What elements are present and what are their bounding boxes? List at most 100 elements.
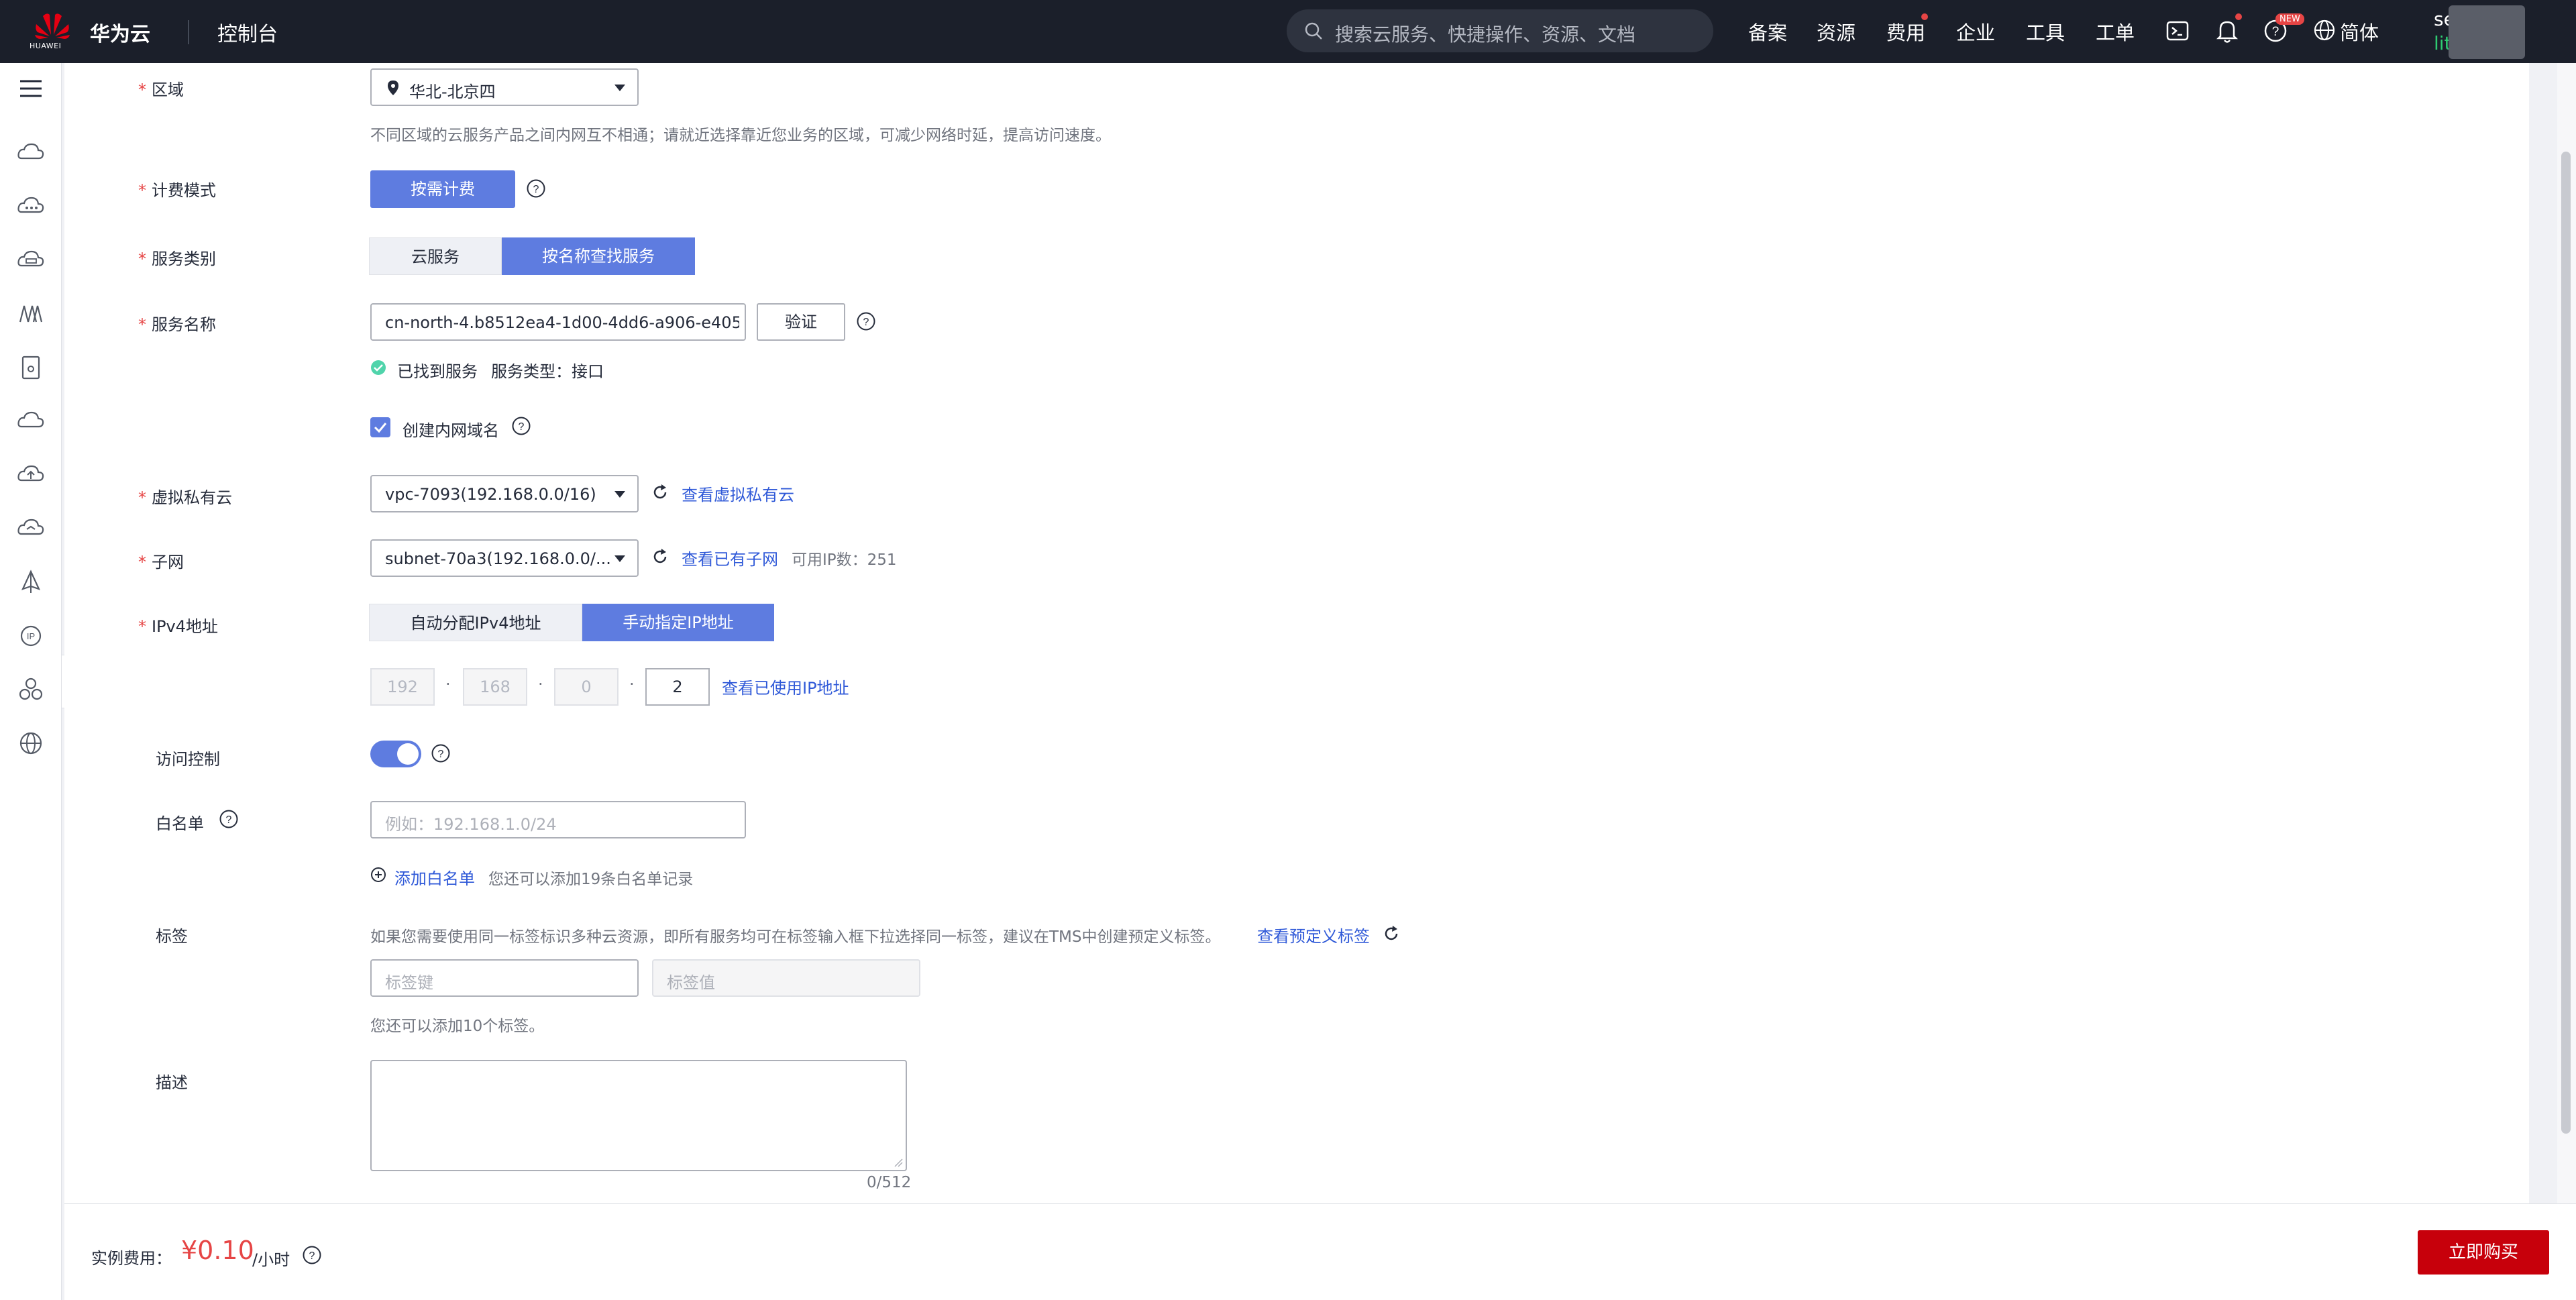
ipv4-manual-option[interactable]: 手动指定IP地址 [582,604,774,641]
resize-handle-icon[interactable] [894,1158,903,1167]
refresh-icon[interactable] [1382,924,1401,943]
view-subnet-link[interactable]: 查看已有子网 [682,546,778,570]
subnet-value: subnet-70a3(192.168.0.0/... [385,549,611,568]
help-circle-icon[interactable]: ? [219,809,239,829]
subnet-label-text: 子网 [152,553,184,572]
nav-tickets[interactable]: 工单 [2096,17,2135,46]
terminal-icon[interactable] [2165,19,2190,43]
chevron-down-icon [614,555,625,562]
cloud-upload-icon[interactable] [15,459,47,491]
whitelist-remaining: 您还可以添加19条白名单记录 [488,871,694,888]
subnet-label: * 子网 [138,549,184,572]
globe-network-icon[interactable] [15,727,47,759]
access-control-label: 访问控制 [156,750,220,769]
view-predefined-tags-link[interactable]: 查看预定义标签 [1257,923,1370,946]
user-avatar-redacted [2449,5,2525,59]
document-icon[interactable] [15,351,47,384]
region-label: * 区域 [138,76,184,100]
toggle-knob [397,743,419,765]
globe-icon[interactable] [2313,19,2336,42]
buy-now-button[interactable]: 立即购买 [2418,1230,2549,1275]
search-placeholder: 搜索云服务、快捷操作、资源、文档 [1335,23,1636,46]
location-pin-icon [388,80,398,95]
verify-button[interactable]: 验证 [757,303,845,341]
billing-on-demand-button[interactable]: 按需计费 [370,170,515,208]
new-badge: NEW [2275,13,2304,25]
private-dns-checkbox[interactable] [370,417,390,437]
nav-enterprise[interactable]: 企业 [1956,17,1995,46]
add-circle-icon[interactable] [370,867,386,883]
help-circle-icon[interactable]: ? [302,1245,322,1265]
svg-text:?: ? [533,184,539,195]
add-whitelist-link[interactable]: 添加白名单 [394,865,475,889]
checkmark-icon [374,423,387,433]
subnet-select[interactable]: subnet-70a3(192.168.0.0/... [370,539,639,577]
required-mark: * [138,488,146,507]
ip-separator: · [445,675,451,694]
svg-text:IP: IP [27,631,35,641]
brand-name[interactable]: 华为云 [90,17,150,47]
billing-label: * 计费模式 [138,177,216,201]
region-select[interactable]: 华北-北京四 [370,68,639,106]
vpc-label: * 虚拟私有云 [138,484,232,508]
ip-octet-4-input[interactable]: 2 [645,668,710,706]
ip-separator: · [538,675,543,694]
billing-notification-dot [1921,13,1928,20]
whitelist-input[interactable]: 例如：192.168.1.0/24 [370,801,746,838]
scrollbar-thumb[interactable] [2561,152,2571,1134]
nav-billing[interactable]: 费用 [1886,17,1925,46]
required-mark: * [138,250,146,268]
service-type-by-name-option[interactable]: 按名称查找服务 [502,237,695,275]
console-link[interactable]: 控制台 [217,17,278,47]
bell-icon[interactable] [2215,17,2239,44]
billing-label-text: 计费模式 [152,181,216,200]
view-used-ip-link[interactable]: 查看已使用IP地址 [722,675,849,698]
ipv4-auto-option[interactable]: 自动分配IPv4地址 [369,604,582,641]
refresh-icon[interactable] [651,483,669,502]
ip-icon[interactable]: IP [15,620,47,652]
whitelist-placeholder: 例如：192.168.1.0/24 [385,815,557,834]
tag-value-input[interactable]: 标签值 [652,959,920,997]
svg-text:?: ? [519,421,525,433]
cloud-sync-icon[interactable] [15,512,47,545]
svg-text:?: ? [2272,25,2279,39]
service-found-text: 已找到服务 [397,362,478,381]
price-unit: /小时 [252,1250,290,1269]
nav-resources[interactable]: 资源 [1817,17,1856,46]
price-value: ¥0.10 [181,1236,254,1265]
bridge-icon[interactable] [15,298,47,330]
cloud-network-icon[interactable] [15,191,47,223]
vpc-select[interactable]: vpc-7093(192.168.0.0/16) [370,475,639,512]
description-textarea[interactable] [370,1060,907,1171]
refresh-icon[interactable] [651,547,669,566]
ipv4-label-text: IPv4地址 [152,617,219,636]
sail-icon[interactable] [15,566,47,598]
help-circle-icon[interactable]: ? [856,311,876,331]
chevron-down-icon [614,491,625,498]
private-dns-label[interactable]: 创建内网域名 [402,417,499,441]
ip-separator: · [629,675,635,694]
global-search-input[interactable]: 搜索云服务、快捷操作、资源、文档 [1287,9,1713,52]
menu-icon[interactable] [15,72,47,105]
cloud-icon[interactable] [15,405,47,437]
nav-record[interactable]: 备案 [1748,17,1787,46]
help-circle-icon[interactable]: ? [431,743,451,763]
cloud-server-icon[interactable] [15,137,47,169]
ip-octet-3: 0 [554,668,619,706]
language-switch[interactable]: 简体 [2340,17,2379,46]
access-control-toggle[interactable] [370,741,421,767]
cluster-icon[interactable] [15,673,47,706]
tag-key-input[interactable]: 标签键 [370,959,639,997]
help-circle-icon[interactable]: ? [526,178,546,199]
bell-notification-dot [2235,13,2242,20]
logo-wordmark: HUAWEI [30,42,62,50]
chevron-down-icon [614,85,625,91]
service-type-cloud-option[interactable]: 云服务 [369,237,502,275]
service-name-value: cn-north-4.b8512ea4-1d00-4dd6-a906-e405d… [385,313,739,332]
svg-text:?: ? [226,814,232,826]
service-name-input[interactable]: cn-north-4.b8512ea4-1d00-4dd6-a906-e405d… [370,303,746,341]
help-circle-icon[interactable]: ? [511,416,531,436]
nav-tools[interactable]: 工具 [2026,17,2065,46]
cloud-storage-icon[interactable] [15,244,47,276]
view-vpc-link[interactable]: 查看虚拟私有云 [682,482,794,505]
